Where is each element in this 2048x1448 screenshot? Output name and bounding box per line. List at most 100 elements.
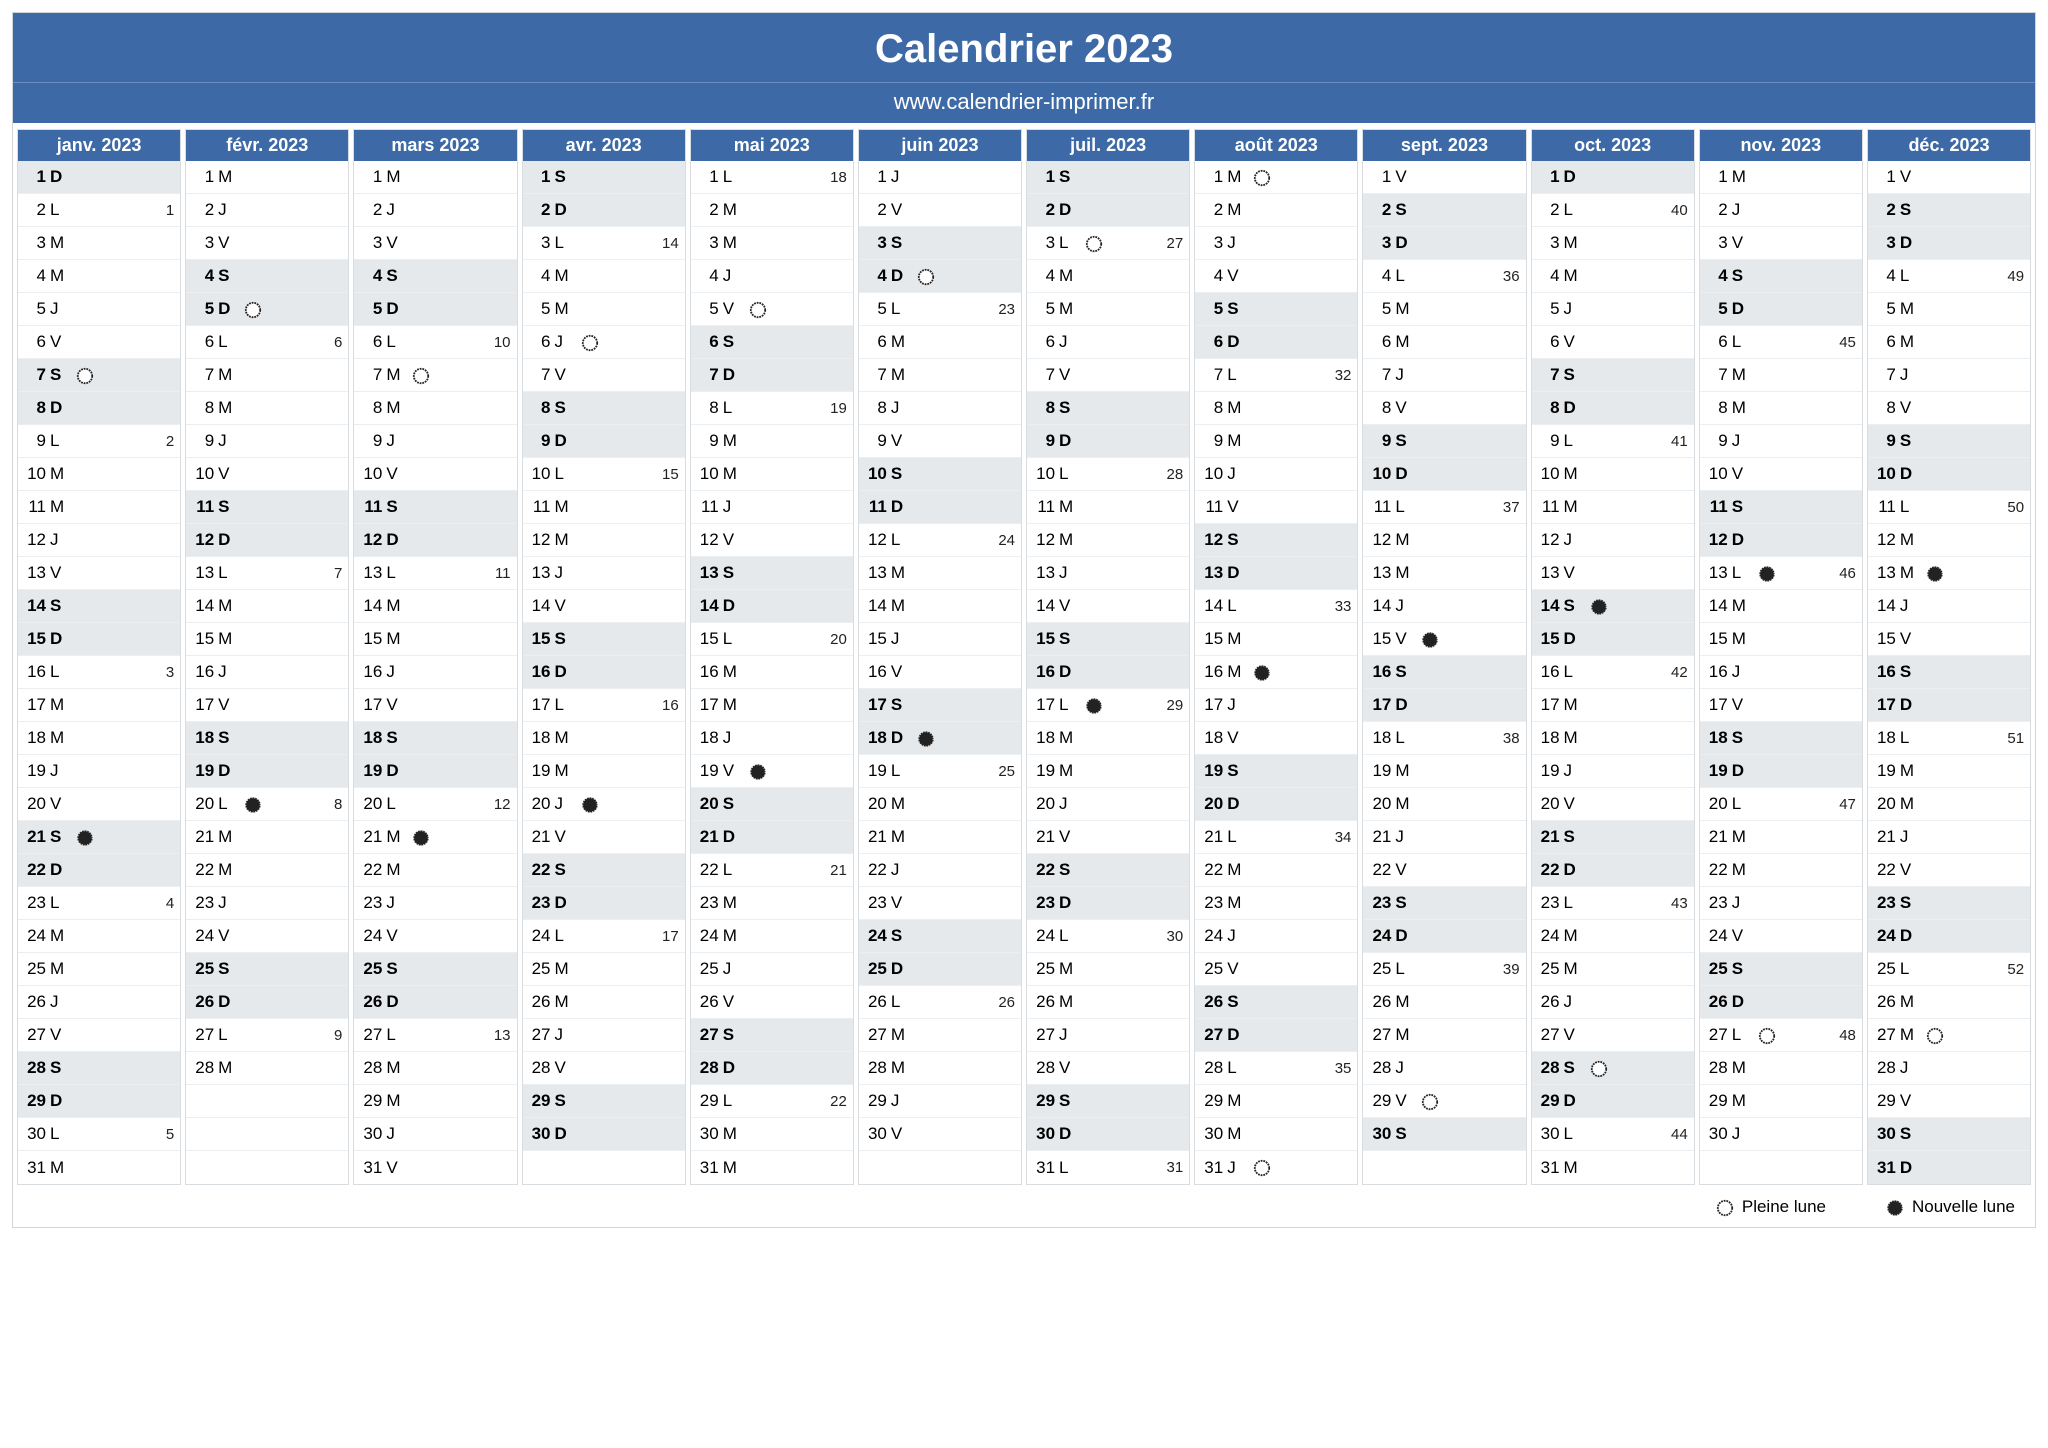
- day-abbr: J: [1059, 1025, 1081, 1045]
- day-cell: 19S: [1195, 755, 1357, 788]
- month-header: août 2023: [1195, 130, 1357, 161]
- day-abbr: V: [1395, 1091, 1417, 1111]
- day-cell: 25S: [354, 953, 516, 986]
- day-abbr: S: [1564, 596, 1586, 616]
- day-abbr: M: [1227, 629, 1249, 649]
- day-number: 7: [529, 365, 555, 385]
- day-abbr: J: [723, 497, 745, 517]
- day-cell: 5D: [354, 293, 516, 326]
- day-abbr: L: [723, 629, 745, 649]
- day-cell: 12M: [1363, 524, 1525, 557]
- week-number: 43: [1667, 895, 1688, 912]
- day-abbr: M: [1564, 1158, 1586, 1178]
- day-abbr: V: [1395, 167, 1417, 187]
- day-number: 6: [865, 332, 891, 352]
- day-number: 1: [1201, 167, 1227, 187]
- day-abbr: S: [1227, 530, 1249, 550]
- day-number: 8: [1706, 398, 1732, 418]
- day-number: 14: [529, 596, 555, 616]
- week-number: 1: [162, 202, 174, 219]
- day-abbr: M: [50, 464, 72, 484]
- day-cell: 7J: [1363, 359, 1525, 392]
- week-number: 38: [1499, 730, 1520, 747]
- day-abbr: V: [1732, 695, 1754, 715]
- day-cell: 6L6: [186, 326, 348, 359]
- day-abbr: D: [50, 167, 72, 187]
- day-abbr: M: [50, 728, 72, 748]
- day-number: 25: [529, 959, 555, 979]
- day-cell: 27M: [1363, 1019, 1525, 1052]
- day-number: 30: [529, 1124, 555, 1144]
- day-abbr: J: [1227, 695, 1249, 715]
- day-number: 1: [1538, 167, 1564, 187]
- day-abbr: D: [1059, 431, 1081, 451]
- day-abbr: L: [1227, 365, 1249, 385]
- day-cell: 28S: [18, 1052, 180, 1085]
- day-cell: 18J: [691, 722, 853, 755]
- day-number: 5: [1538, 299, 1564, 319]
- day-cell: 18S: [354, 722, 516, 755]
- day-cell: 21V: [523, 821, 685, 854]
- new-moon-icon: [917, 728, 935, 748]
- day-abbr: M: [1227, 662, 1249, 682]
- day-number: 24: [360, 926, 386, 946]
- week-number: 21: [826, 862, 847, 879]
- day-number: 20: [529, 794, 555, 814]
- day-cell: 11M: [1532, 491, 1694, 524]
- full-moon-icon: [1590, 1058, 1608, 1078]
- day-number: 30: [1538, 1124, 1564, 1144]
- day-cell: 21M: [186, 821, 348, 854]
- day-number: 2: [1369, 200, 1395, 220]
- day-cell: 13V: [18, 557, 180, 590]
- day-cell: 15J: [859, 623, 1021, 656]
- day-number: 18: [1706, 728, 1732, 748]
- day-abbr: M: [1227, 860, 1249, 880]
- day-number: 22: [865, 860, 891, 880]
- day-number: 21: [1538, 827, 1564, 847]
- day-cell: 22V: [1868, 854, 2030, 887]
- day-cell: 14D: [691, 590, 853, 623]
- full-moon-icon: [1253, 1158, 1271, 1178]
- day-abbr: M: [1732, 629, 1754, 649]
- month-header: oct. 2023: [1532, 130, 1694, 161]
- day-abbr: D: [50, 860, 72, 880]
- day-cell: 21M: [354, 821, 516, 854]
- day-cell: 21S: [1532, 821, 1694, 854]
- day-cell: 27J: [523, 1019, 685, 1052]
- day-number: 19: [24, 761, 50, 781]
- day-abbr: D: [555, 662, 577, 682]
- week-number: 22: [826, 1093, 847, 1110]
- day-number: 22: [1706, 860, 1732, 880]
- new-moon-icon: [412, 827, 430, 847]
- day-number: 2: [529, 200, 555, 220]
- day-number: 7: [1874, 365, 1900, 385]
- day-cell: 1M: [354, 161, 516, 194]
- day-number: 11: [1033, 497, 1059, 517]
- day-cell: 22V: [1363, 854, 1525, 887]
- full-moon-icon: [1716, 1197, 1734, 1217]
- day-number: 27: [529, 1025, 555, 1045]
- day-cell: 14M: [354, 590, 516, 623]
- day-abbr: J: [1059, 332, 1081, 352]
- day-number: 10: [529, 464, 555, 484]
- day-number: 12: [1538, 530, 1564, 550]
- day-number: 9: [1201, 431, 1227, 451]
- day-cell: 19M: [1363, 755, 1525, 788]
- day-abbr: V: [50, 1025, 72, 1045]
- day-abbr: J: [386, 662, 408, 682]
- day-number: 9: [360, 431, 386, 451]
- day-number: 18: [360, 728, 386, 748]
- day-cell: 14J: [1868, 590, 2030, 623]
- day-cell: 28M: [354, 1052, 516, 1085]
- day-cell: 9D: [1027, 425, 1189, 458]
- day-abbr: J: [1900, 827, 1922, 847]
- day-abbr: V: [723, 530, 745, 550]
- day-cell: 28J: [1868, 1052, 2030, 1085]
- day-number: 13: [1874, 563, 1900, 583]
- week-number: 25: [994, 763, 1015, 780]
- day-cell: 13J: [523, 557, 685, 590]
- day-abbr: M: [723, 431, 745, 451]
- day-number: 6: [1369, 332, 1395, 352]
- month-column: sept. 20231V2S3D4L365M6M7J8V9S10D11L3712…: [1362, 129, 1526, 1185]
- day-abbr: S: [1564, 827, 1586, 847]
